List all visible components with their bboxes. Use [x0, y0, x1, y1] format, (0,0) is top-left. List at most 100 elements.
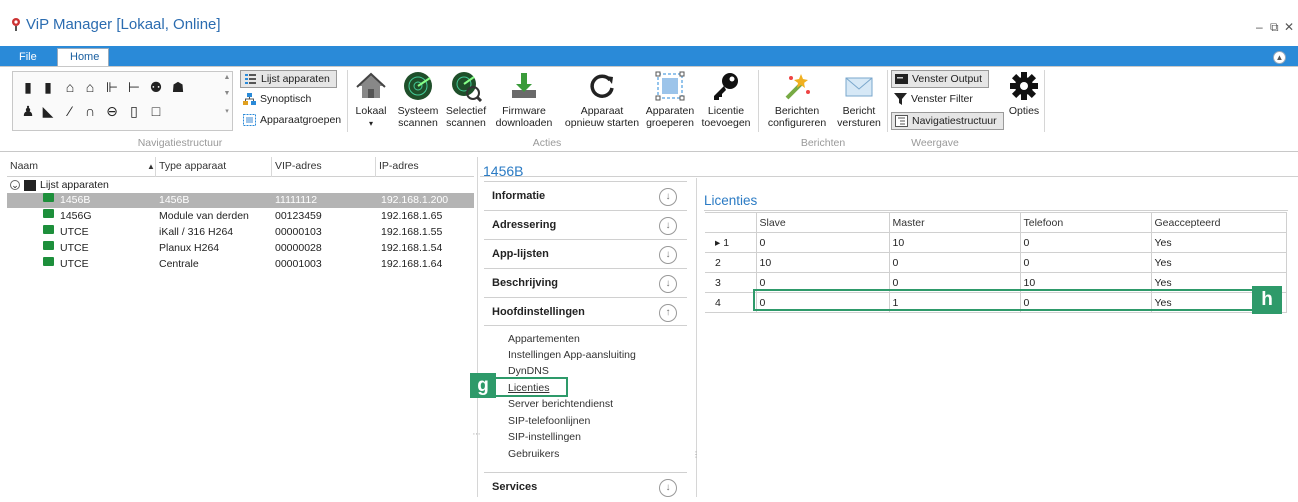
- close-button[interactable]: ✕: [1284, 20, 1294, 34]
- section-adressering[interactable]: Adressering ↓: [484, 210, 687, 239]
- venster-output-button[interactable]: Venster Output: [891, 70, 990, 88]
- subitem-sip-telefoonlijnen[interactable]: SIP-telefoonlijnen: [508, 413, 590, 429]
- house-icon[interactable]: ⌂: [81, 79, 99, 97]
- monitor-icon[interactable]: □: [147, 103, 165, 121]
- device-gallery[interactable]: ▮ ▮ ⌂ ⌂ ⊩ ⊢ ⚉ ☗ ♟ ◣ ⁄ ∩ ⊖ ▯ □: [12, 71, 233, 131]
- licenties-title: Licenties: [704, 193, 758, 208]
- phone-icon[interactable]: ▯: [125, 103, 143, 121]
- expand-icon[interactable]: ↓: [659, 479, 677, 497]
- device-vip: 00001003: [275, 258, 322, 270]
- person-icon[interactable]: ♟: [19, 103, 37, 121]
- section-informatie[interactable]: Informatie ↓: [484, 181, 687, 210]
- device-row[interactable]: UTCE Centrale 00001003 192.168.1.64: [7, 257, 474, 272]
- tree-root-label: Lijst apparaten: [40, 179, 109, 191]
- detail-splitter-grip[interactable]: ⋮: [692, 450, 701, 459]
- device-icon: [43, 241, 54, 250]
- section-app-lijsten[interactable]: App-lijsten ↓: [484, 239, 687, 268]
- users-icon[interactable]: ⚉: [147, 79, 165, 97]
- pen-icon[interactable]: ⁄: [61, 103, 79, 121]
- row-number: 2: [705, 252, 757, 273]
- apparaten-groeperen-button[interactable]: Apparaten groeperen: [645, 70, 695, 129]
- cell-master[interactable]: 0: [888, 252, 1021, 273]
- col-telefoon[interactable]: Telefoon: [1019, 212, 1152, 233]
- section-services[interactable]: Services ↓: [484, 472, 687, 497]
- expand-icon[interactable]: ↓: [659, 275, 677, 293]
- configureren-label-2: configureren: [767, 117, 827, 129]
- col-naam[interactable]: Naam ▲: [7, 157, 156, 177]
- navigatiestructuur-button[interactable]: Navigatiestructuur: [891, 112, 1004, 130]
- venster-filter-button[interactable]: Venster Filter: [891, 91, 973, 109]
- systeem-scannen-button[interactable]: Systeem scannen: [393, 70, 443, 129]
- cell-slave[interactable]: 10: [755, 252, 890, 273]
- lokaal-button[interactable]: Lokaal ▾: [352, 70, 390, 130]
- gate-icon[interactable]: ⊢: [125, 79, 143, 97]
- col-slave[interactable]: Slave: [755, 212, 890, 233]
- collapse-icon[interactable]: ⌄: [10, 180, 20, 190]
- restart-icon: [590, 74, 614, 98]
- headset-icon[interactable]: ∩: [81, 103, 99, 121]
- subitem-sip-instellingen[interactable]: SIP-instellingen: [508, 429, 581, 445]
- ribbon-collapse-icon[interactable]: ▲: [1273, 51, 1286, 64]
- apparaat-opnieuw-starten-button[interactable]: Apparaat opnieuw starten: [560, 70, 644, 129]
- col-type-label: Type apparaat: [159, 160, 227, 172]
- device-row[interactable]: UTCE iKall / 316 H264 00000103 192.168.1…: [7, 225, 474, 240]
- device-icon: [43, 225, 54, 234]
- bericht-versturen-button[interactable]: Bericht versturen: [834, 70, 884, 129]
- splitter-grip[interactable]: ⋮: [472, 430, 481, 439]
- expand-icon[interactable]: ↓: [659, 188, 677, 206]
- gallery-scroll[interactable]: ▲ ▼ ▾: [222, 71, 232, 131]
- col-master[interactable]: Master: [888, 212, 1021, 233]
- relay-icon[interactable]: ⊩: [103, 79, 121, 97]
- col-ip[interactable]: IP-adres: [376, 157, 474, 177]
- vr-icon[interactable]: ⊖: [103, 103, 121, 121]
- lijst-apparaten-button[interactable]: Lijst apparaten: [240, 70, 337, 88]
- subitem-gebruikers[interactable]: Gebruikers: [508, 446, 559, 462]
- cell-geaccepteerd[interactable]: Yes: [1150, 252, 1287, 273]
- subitem-server-berichtendienst[interactable]: Server berichtendienst: [508, 396, 613, 412]
- opties-button[interactable]: Opties: [1007, 70, 1041, 117]
- opties-label: Opties: [1008, 105, 1040, 117]
- col-geaccepteerd[interactable]: Geaccepteerd: [1150, 212, 1287, 233]
- berichten-configureren-button[interactable]: Berichten configureren: [764, 70, 830, 129]
- server-icon[interactable]: ▮: [19, 79, 37, 97]
- col-type[interactable]: Type apparaat: [156, 157, 272, 177]
- brush-icon[interactable]: ◣: [39, 103, 57, 121]
- table-row[interactable]: ▸ 1 0 10 0 Yes: [705, 232, 1287, 253]
- device-row[interactable]: UTCE Planux H264 00000028 192.168.1.54: [7, 241, 474, 256]
- subitem-appartementen[interactable]: Appartementen: [508, 331, 580, 347]
- tree-root[interactable]: ⌄ Lijst apparaten: [7, 178, 474, 193]
- gear-icon: [1010, 72, 1038, 100]
- house-group-icon[interactable]: ⌂: [61, 79, 79, 97]
- table-row[interactable]: 2 10 0 0 Yes: [705, 252, 1287, 273]
- main-splitter[interactable]: [477, 157, 478, 497]
- firmware-downloaden-button[interactable]: Firmware downloaden: [492, 70, 556, 129]
- device-vip: 11111112: [275, 194, 318, 206]
- cell-telefoon[interactable]: 0: [1019, 252, 1152, 273]
- licentie-toevoegen-button[interactable]: Licentie toevoegen: [700, 70, 752, 129]
- collapse-section-icon[interactable]: ↑: [659, 304, 677, 322]
- minimize-button[interactable]: –: [1256, 20, 1263, 34]
- tab-home[interactable]: Home: [57, 48, 109, 67]
- section-beschrijving[interactable]: Beschrijving ↓: [484, 268, 687, 297]
- cell-telefoon[interactable]: 0: [1019, 232, 1152, 253]
- subitem-app-aansluiting[interactable]: Instellingen App-aansluiting: [508, 347, 636, 363]
- synoptisch-button[interactable]: Synoptisch: [240, 91, 311, 109]
- cell-slave[interactable]: 0: [755, 232, 890, 253]
- cell-geaccepteerd[interactable]: Yes: [1150, 232, 1287, 253]
- tab-file[interactable]: File: [11, 49, 47, 66]
- device-row[interactable]: 1456B 1456B 11111112 192.168.1.200: [7, 193, 474, 208]
- restore-button[interactable]: ⧉: [1270, 20, 1279, 35]
- section-hoofdinstellingen[interactable]: Hoofdinstellingen ↑: [484, 297, 687, 326]
- device-row[interactable]: 1456G Module van derden 00123459 192.168…: [7, 209, 474, 224]
- selectief-scannen-button[interactable]: Selectief scannen: [444, 70, 488, 129]
- cell-master[interactable]: 10: [888, 232, 1021, 253]
- firmware-label-1: Firmware: [502, 105, 546, 117]
- section-app-lijsten-label: App-lijsten: [492, 248, 549, 260]
- apparaatgroepen-button[interactable]: Apparaatgroepen: [240, 112, 341, 130]
- expand-icon[interactable]: ↓: [659, 217, 677, 235]
- device-ip: 192.168.1.54: [381, 242, 443, 254]
- user-icon[interactable]: ☗: [169, 79, 187, 97]
- col-vip[interactable]: VIP-adres: [272, 157, 376, 177]
- panel-icon[interactable]: ▮: [39, 79, 57, 97]
- expand-icon[interactable]: ↓: [659, 246, 677, 264]
